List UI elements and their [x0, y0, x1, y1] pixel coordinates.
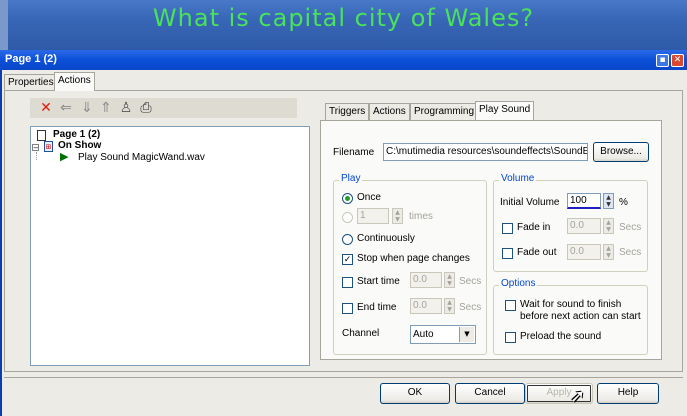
tab-properties[interactable]: Properties — [4, 74, 58, 91]
initial-volume-spinner[interactable]: ▲ ▼ — [603, 193, 614, 209]
tree-action-play-sound[interactable]: Play Sound MagicWand.wav — [78, 152, 205, 163]
volume-group-title: Volume — [499, 173, 537, 184]
tab-play-sound[interactable]: Play Sound — [475, 101, 535, 120]
start-time-label: Start time — [357, 276, 400, 287]
continuously-radio[interactable] — [342, 234, 353, 245]
end-time-input[interactable]: 0.0 — [410, 298, 442, 314]
mouse-cursor-icon: ➚ — [570, 386, 586, 407]
fade-out-secs-label: Secs — [619, 247, 642, 258]
fade-in-checkbox[interactable] — [502, 223, 513, 234]
fade-out-checkbox[interactable] — [502, 248, 513, 259]
times-radio[interactable] — [342, 212, 353, 223]
channel-label: Channel — [342, 328, 380, 339]
wait-for-sound-label-2: before next action can start — [520, 311, 641, 322]
tab-actions[interactable]: Actions — [54, 72, 95, 91]
fade-out-spinner[interactable]: ▲ ▼ — [603, 244, 614, 260]
fade-out-label: Fade out — [517, 247, 557, 258]
slide-title: What is capital city of Wales? — [152, 4, 535, 32]
wait-for-sound-label-1: Wait for sound to finish — [520, 299, 622, 310]
tab-programming[interactable]: Programming — [410, 103, 479, 120]
dialog-title: Page 1 (2) — [5, 53, 57, 65]
help-button[interactable]: Help — [597, 383, 659, 404]
times-input[interactable]: 1 — [357, 208, 389, 224]
browse-button[interactable]: Browse... — [593, 142, 649, 162]
channel-value: Auto — [413, 329, 434, 340]
fade-in-secs-label: Secs — [619, 222, 642, 233]
start-time-spinner[interactable]: ▲ ▼ — [444, 272, 455, 288]
ok-button[interactable]: OK — [380, 383, 450, 404]
initial-volume-input[interactable]: 100 — [567, 193, 601, 209]
start-time-checkbox[interactable] — [342, 277, 353, 288]
play-sound-icon: ▶ — [60, 150, 69, 163]
cancel-button[interactable]: Cancel — [455, 383, 525, 404]
percent-label: % — [619, 197, 628, 208]
filename-input[interactable]: C:\mutimedia resources\soundeffects\Soun… — [383, 143, 588, 161]
start-time-secs-label: Secs — [459, 276, 482, 287]
continuously-label: Continuously — [357, 233, 415, 244]
footer-divider — [4, 377, 683, 378]
arrow-down-icon[interactable]: ⇓ — [79, 99, 95, 117]
stop-when-page-changes-label: Stop when page changes — [357, 253, 470, 264]
chevron-down-icon[interactable]: ▼ — [459, 327, 474, 342]
options-group-title: Options — [499, 278, 538, 289]
once-label: Once — [357, 192, 381, 203]
times-label: times — [409, 211, 433, 222]
end-time-checkbox[interactable] — [342, 303, 353, 314]
fade-out-input[interactable]: 0.0 — [567, 244, 601, 260]
fade-in-input[interactable]: 0.0 — [567, 218, 601, 234]
tab-triggers[interactable]: Triggers — [325, 103, 370, 120]
people-icon[interactable]: ♙ — [118, 99, 134, 117]
end-time-label: End time — [357, 302, 397, 313]
preload-sound-checkbox[interactable] — [505, 332, 516, 343]
wait-for-sound-checkbox[interactable] — [505, 300, 516, 311]
play-group-title: Play — [339, 173, 363, 184]
page-icon — [37, 130, 46, 141]
tree-root-page[interactable]: Page 1 (2) — [53, 129, 100, 140]
arrow-up-icon[interactable]: ⇑ — [98, 99, 114, 117]
close-button[interactable]: ✕ — [671, 54, 684, 67]
end-time-spinner[interactable]: ▲ ▼ — [444, 298, 455, 314]
once-radio[interactable] — [342, 193, 353, 204]
initial-volume-label: Initial Volume — [500, 197, 560, 208]
filename-label: Filename — [333, 147, 375, 158]
dialog-titlebar[interactable] — [0, 50, 687, 70]
stop-when-page-changes-checkbox[interactable]: ✓ — [342, 254, 353, 265]
fade-in-spinner[interactable]: ▲ ▼ — [603, 218, 614, 234]
preload-sound-label: Preload the sound — [520, 331, 602, 342]
event-icon: ⊞ — [44, 141, 53, 152]
tree-line — [36, 152, 37, 160]
start-time-input[interactable]: 0.0 — [410, 272, 442, 288]
print-icon[interactable]: ⎙ — [138, 99, 154, 117]
end-time-secs-label: Secs — [459, 302, 482, 313]
tab-inner-actions[interactable]: Actions — [369, 103, 410, 120]
times-spinner[interactable]: ▲ ▼ — [392, 208, 403, 224]
collapse-icon[interactable]: − — [32, 144, 39, 152]
arrow-left-icon[interactable]: ⇐ — [58, 99, 74, 117]
delete-icon[interactable]: ✕ — [38, 99, 54, 117]
restore-button[interactable]: ▪ — [656, 54, 669, 67]
fade-in-label: Fade in — [517, 222, 551, 233]
